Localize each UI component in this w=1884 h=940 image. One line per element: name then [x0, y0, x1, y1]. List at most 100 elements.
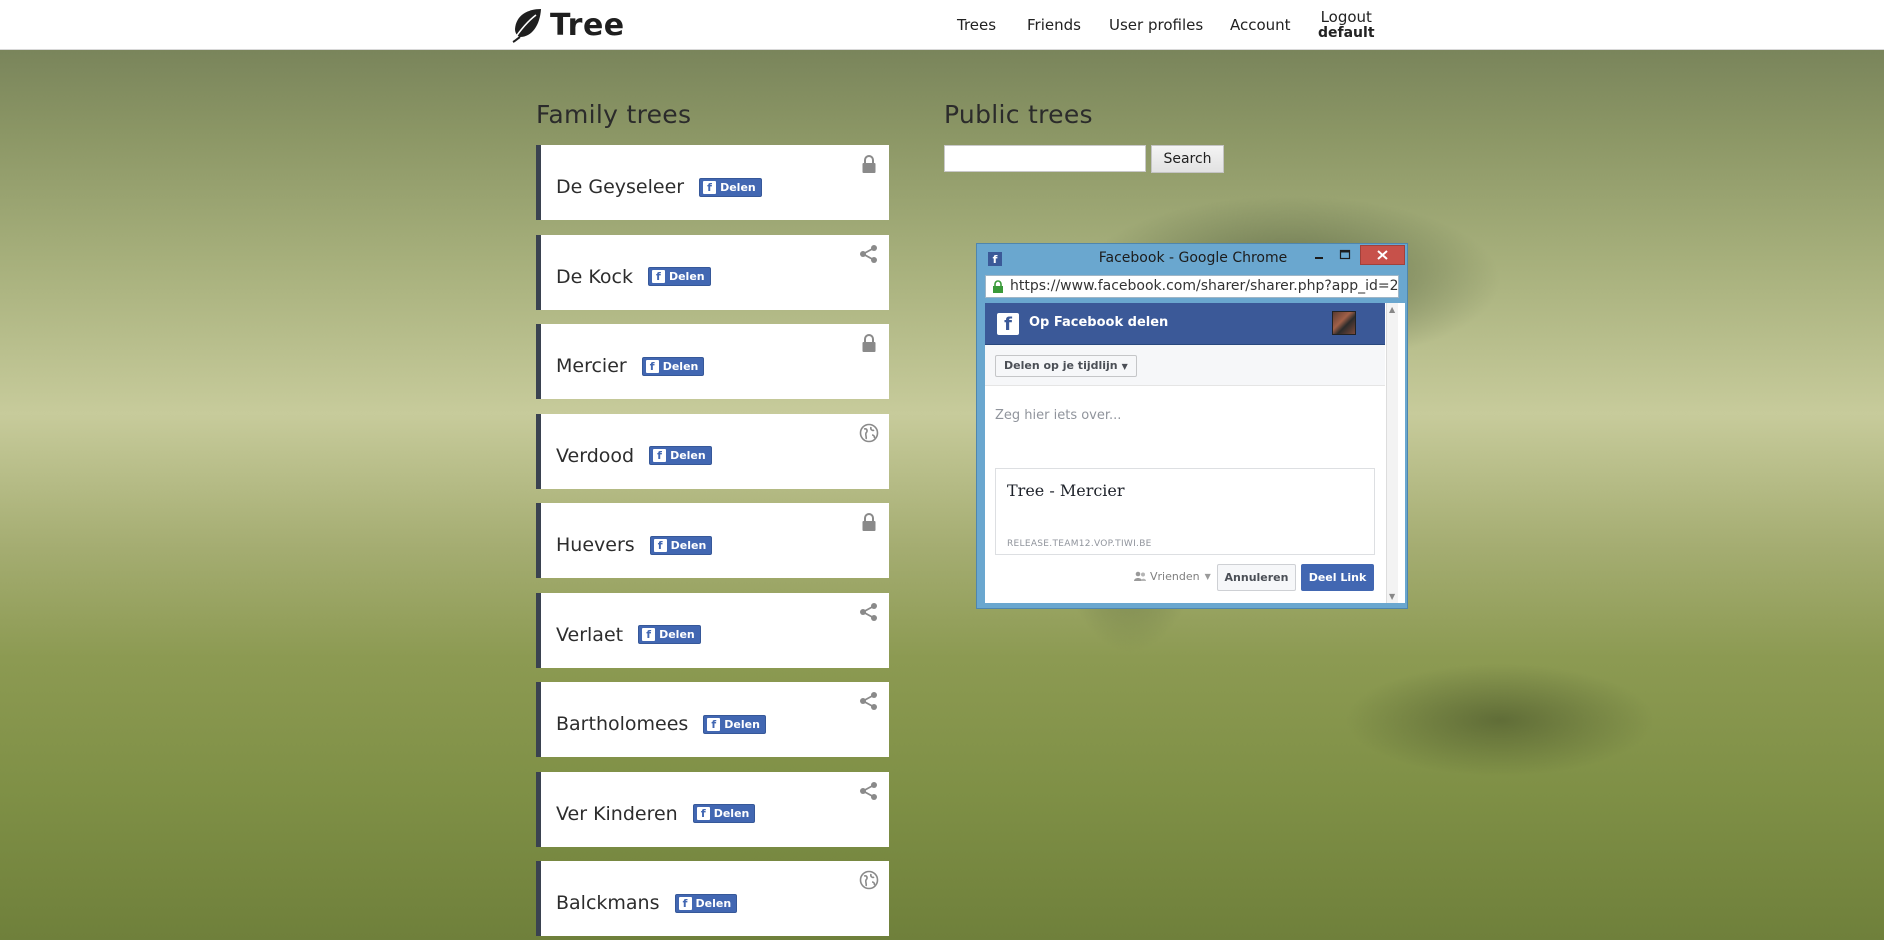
share-icon: [860, 692, 877, 710]
minimize-button[interactable]: [1308, 245, 1330, 265]
tree-card[interactable]: Huevers f Delen: [536, 503, 889, 578]
tree-card[interactable]: Ver Kinderen f Delen: [536, 771, 889, 847]
facebook-share-button[interactable]: f Delen: [674, 893, 738, 913]
nav-friends[interactable]: Friends: [1027, 0, 1081, 50]
leaf-logo-icon: [512, 9, 541, 43]
tree-name: De Geyseleer: [556, 176, 685, 198]
preview-title: Tree - Mercier: [1007, 481, 1125, 500]
facebook-share-button[interactable]: f Delen: [647, 267, 711, 286]
maximize-button[interactable]: [1334, 245, 1356, 265]
share-label: Delen: [724, 717, 760, 731]
scroll-down-icon[interactable]: ▼: [1389, 592, 1395, 601]
facebook-share-button[interactable]: f Delen: [692, 804, 756, 823]
cancel-button[interactable]: Annuleren: [1217, 564, 1296, 591]
family-tree-list: De Geyseleer f Delen De Kock f Delen Merci…: [536, 145, 889, 940]
nav-account-label: Account: [1230, 16, 1291, 34]
share-label: Delen: [670, 538, 707, 552]
tree-name: Mercier: [556, 355, 627, 377]
facebook-share-button[interactable]: f Delen: [638, 625, 701, 644]
facebook-dialog-header: f Op Facebook delen: [985, 303, 1385, 345]
scroll-up-icon[interactable]: ▲: [1389, 305, 1395, 314]
share-icon: [860, 781, 877, 800]
tree-card[interactable]: De Geyseleer f Delen: [536, 145, 889, 220]
lock-icon: [862, 155, 876, 173]
caret-down-icon: ▼: [1121, 362, 1128, 371]
top-navbar: Tree Trees Friends User profiles Account…: [0, 0, 1884, 50]
tree-card[interactable]: Mercier f Delen: [536, 324, 889, 399]
facebook-icon: f: [696, 807, 710, 820]
nav-account[interactable]: Account: [1230, 0, 1291, 50]
share-target-dropdown[interactable]: Delen op je tijdlijn ▼: [995, 355, 1137, 377]
share-label: Delen: [713, 807, 750, 820]
tree-card[interactable]: Balckmans f Delen: [536, 861, 889, 936]
caret-down-icon: ▼: [1204, 572, 1211, 581]
close-button[interactable]: [1360, 245, 1405, 265]
friends-icon: [1134, 571, 1146, 581]
address-url: https://www.facebook.com/sharer/sharer.p…: [1010, 278, 1399, 294]
facebook-share-button[interactable]: f Delen: [641, 356, 705, 376]
audience-label: Vrienden: [1150, 570, 1200, 583]
share-label: Delen: [695, 896, 732, 910]
globe-icon: [859, 423, 879, 442]
address-bar[interactable]: https://www.facebook.com/sharer/sharer.p…: [985, 275, 1399, 298]
facebook-share-popup-window: f Facebook - Google Chrome https://www.f…: [976, 243, 1408, 609]
avatar[interactable]: [1332, 311, 1356, 335]
share-icon: [860, 244, 877, 263]
share-icon: [860, 602, 877, 621]
tree-card[interactable]: De Kock f Delen: [536, 234, 889, 310]
scrollbar[interactable]: ▲ ▼: [1386, 303, 1398, 603]
facebook-icon: f: [703, 180, 717, 194]
nav-user-profiles-label: User profiles: [1109, 16, 1204, 34]
facebook-icon: f: [653, 538, 667, 552]
logout-label: Logout: [1320, 8, 1372, 26]
family-trees-title: Family trees: [536, 100, 692, 129]
share-label: Delen: [670, 449, 706, 462]
facebook-icon: f: [645, 359, 659, 373]
search-button[interactable]: Search: [1151, 145, 1224, 173]
audience-selector[interactable]: Vrienden ▼: [1133, 570, 1211, 583]
lock-icon: [862, 513, 876, 531]
preview-domain: RELEASE.TEAM12.VOP.TIWI.BE: [1007, 539, 1152, 549]
username: default: [1318, 25, 1375, 41]
logout-link[interactable]: Logout default: [1318, 9, 1375, 41]
globe-icon: [859, 870, 879, 890]
maximize-icon: [1339, 249, 1351, 260]
link-preview[interactable]: Tree - Mercier RELEASE.TEAM12.VOP.TIWI.B…: [995, 468, 1375, 555]
share-label: Delen: [668, 270, 705, 283]
tree-name: Huevers: [556, 534, 635, 556]
tree-card[interactable]: Verlaet f Delen: [536, 592, 889, 668]
facebook-share-button[interactable]: f Delen: [649, 446, 712, 465]
tree-name: Bartholomees: [556, 713, 689, 735]
logo-text: Tree: [550, 7, 625, 43]
share-label: Delen: [662, 359, 699, 373]
facebook-share-button[interactable]: f Delen: [649, 535, 713, 555]
facebook-icon: f: [678, 896, 692, 910]
facebook-icon: f: [642, 628, 656, 641]
tree-name: De Kock: [556, 265, 633, 288]
public-tree-search-input[interactable]: [944, 145, 1146, 172]
facebook-icon: f: [653, 449, 667, 462]
public-trees-title: Public trees: [944, 100, 1093, 129]
facebook-share-button[interactable]: f Delen: [699, 177, 762, 197]
share-label: Delen: [659, 628, 695, 641]
facebook-icon: f: [651, 270, 665, 283]
close-icon: [1377, 250, 1388, 260]
tree-name: Verlaet: [556, 623, 624, 646]
window-titlebar[interactable]: f Facebook - Google Chrome: [977, 244, 1407, 271]
nav-user-profiles[interactable]: User profiles: [1109, 0, 1203, 50]
share-target-toolbar: Delen op je tijdlijn ▼: [985, 345, 1385, 386]
tree-card[interactable]: Verdood f Delen: [536, 413, 889, 489]
facebook-logo-icon: f: [997, 313, 1019, 335]
facebook-share-dialog: f Op Facebook delen Delen op je tijdlijn…: [985, 303, 1405, 603]
tree-card[interactable]: Bartholomees f Delen: [536, 682, 889, 757]
share-label: Delen: [720, 180, 756, 194]
facebook-share-button[interactable]: f Delen: [703, 714, 766, 734]
tree-name: Ver Kinderen: [556, 802, 678, 825]
logo[interactable]: Tree: [510, 6, 625, 44]
comment-input[interactable]: Zeg hier iets over...: [995, 408, 1121, 423]
lock-icon: [862, 334, 876, 352]
share-link-button[interactable]: Deel Link: [1301, 564, 1374, 591]
nav-trees[interactable]: Trees: [957, 0, 996, 50]
facebook-icon: f: [707, 717, 721, 731]
tree-name: Verdood: [556, 444, 635, 467]
